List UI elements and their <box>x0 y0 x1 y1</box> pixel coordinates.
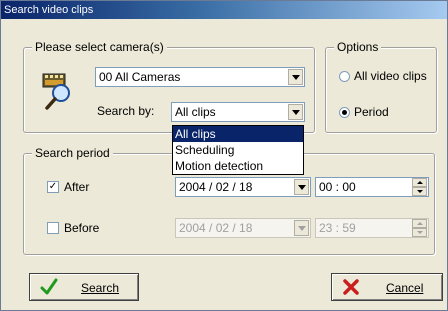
spin-down-icon[interactable] <box>412 187 427 196</box>
after-date-value: 2004 / 02 / 18 <box>179 180 253 194</box>
spin-up-icon[interactable] <box>412 178 427 187</box>
before-time-spin-buttons[interactable] <box>412 219 427 237</box>
before-time-value: 23 : 59 <box>319 221 356 235</box>
check-icon: ✓ <box>48 181 58 192</box>
search-button[interactable]: Search <box>29 273 139 301</box>
cancel-button-label: Cancel <box>386 281 424 295</box>
search-period-legend: Search period <box>32 146 113 160</box>
camera-select[interactable]: 00 All Cameras <box>95 67 305 87</box>
all-video-clips-label: All video clips <box>354 69 427 83</box>
before-date-value: 2004 / 02 / 18 <box>179 221 253 235</box>
green-checkmark-icon <box>40 278 58 299</box>
search-by-label: Search by: <box>97 104 155 118</box>
options-group-legend: Options <box>334 40 382 54</box>
search-video-clips-window: Search video clips Please select camera(… <box>0 0 448 311</box>
spin-down-icon[interactable] <box>412 228 427 237</box>
search-by-dropdown-list: All clips Scheduling Motion detection <box>172 125 304 175</box>
chevron-down-icon <box>298 185 306 190</box>
all-video-clips-radio[interactable] <box>339 71 350 82</box>
before-date-picker[interactable]: 2004 / 02 / 18 <box>175 218 311 238</box>
after-time-spin-buttons[interactable] <box>412 178 427 196</box>
after-time-spinner[interactable]: 00 : 00 <box>315 177 429 197</box>
window-title: Search video clips <box>1 1 447 19</box>
camera-select-value: 00 All Cameras <box>99 70 181 84</box>
search-by-select[interactable]: All clips <box>171 102 305 122</box>
after-time-value: 00 : 00 <box>319 180 356 194</box>
after-date-dropdown-button[interactable] <box>294 179 309 195</box>
search-by-dropdown-button[interactable] <box>288 104 303 120</box>
after-date-picker[interactable]: 2004 / 02 / 18 <box>175 177 311 197</box>
red-x-icon <box>342 278 360 299</box>
after-label: After <box>64 180 90 194</box>
dropdown-option-motion-detection[interactable]: Motion detection <box>173 158 303 174</box>
options-group: Options <box>325 40 437 133</box>
spin-up-icon[interactable] <box>412 219 427 228</box>
before-date-dropdown-button[interactable] <box>294 220 309 236</box>
period-label: Period <box>354 105 389 119</box>
chevron-down-icon <box>292 110 300 115</box>
before-label: Before <box>64 221 100 235</box>
period-radio[interactable] <box>339 107 350 118</box>
search-button-label: Search <box>81 281 120 295</box>
dropdown-option-all-clips[interactable]: All clips <box>173 126 303 142</box>
search-by-select-value: All clips <box>175 105 216 119</box>
chevron-down-icon <box>292 75 300 80</box>
camera-select-dropdown-button[interactable] <box>288 69 303 85</box>
camera-search-icon <box>41 71 77 111</box>
chevron-down-icon <box>298 226 306 231</box>
after-checkbox[interactable]: ✓ <box>47 181 59 193</box>
before-checkbox[interactable] <box>47 222 59 234</box>
before-time-spinner[interactable]: 23 : 59 <box>315 218 429 238</box>
dropdown-option-scheduling[interactable]: Scheduling <box>173 142 303 158</box>
camera-group-legend: Please select camera(s) <box>32 40 167 54</box>
cancel-button[interactable]: Cancel <box>331 273 443 301</box>
